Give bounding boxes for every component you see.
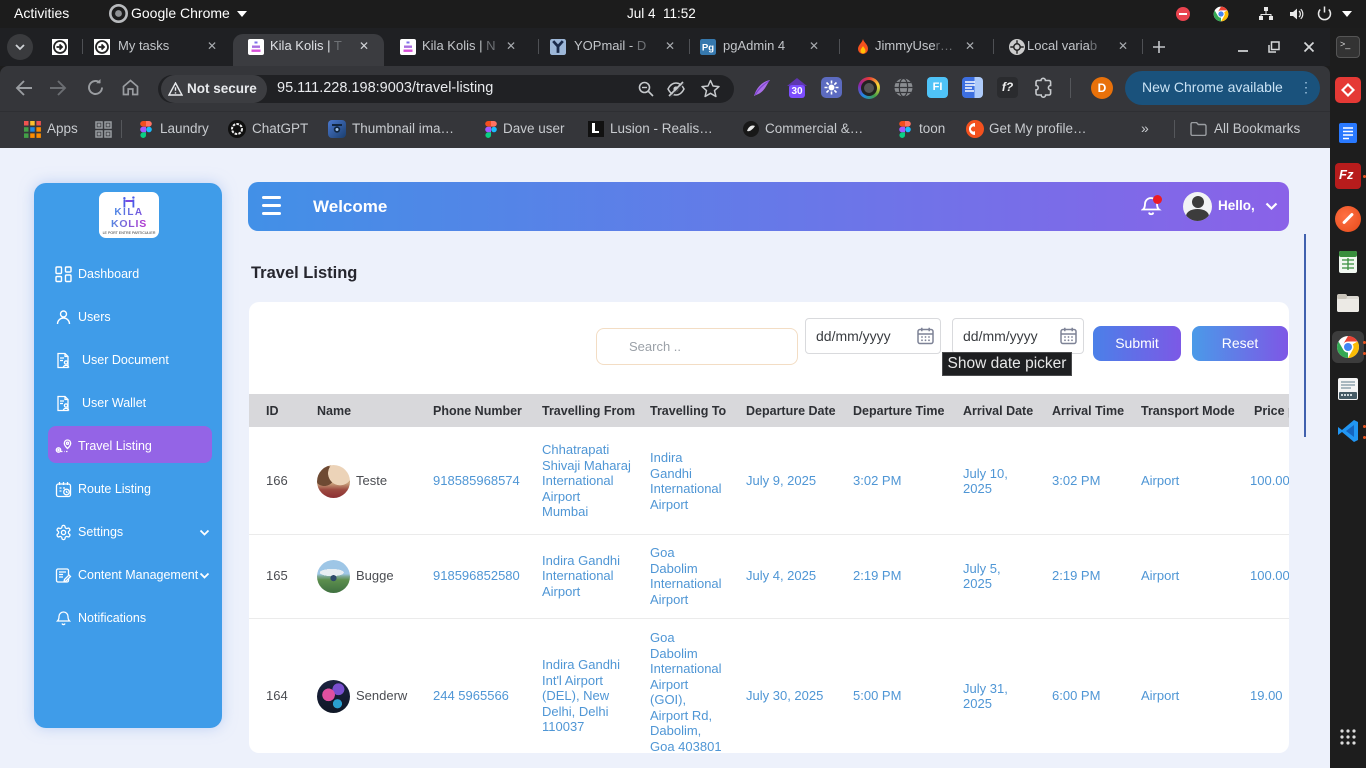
svg-text:Pg: Pg <box>702 43 714 54</box>
